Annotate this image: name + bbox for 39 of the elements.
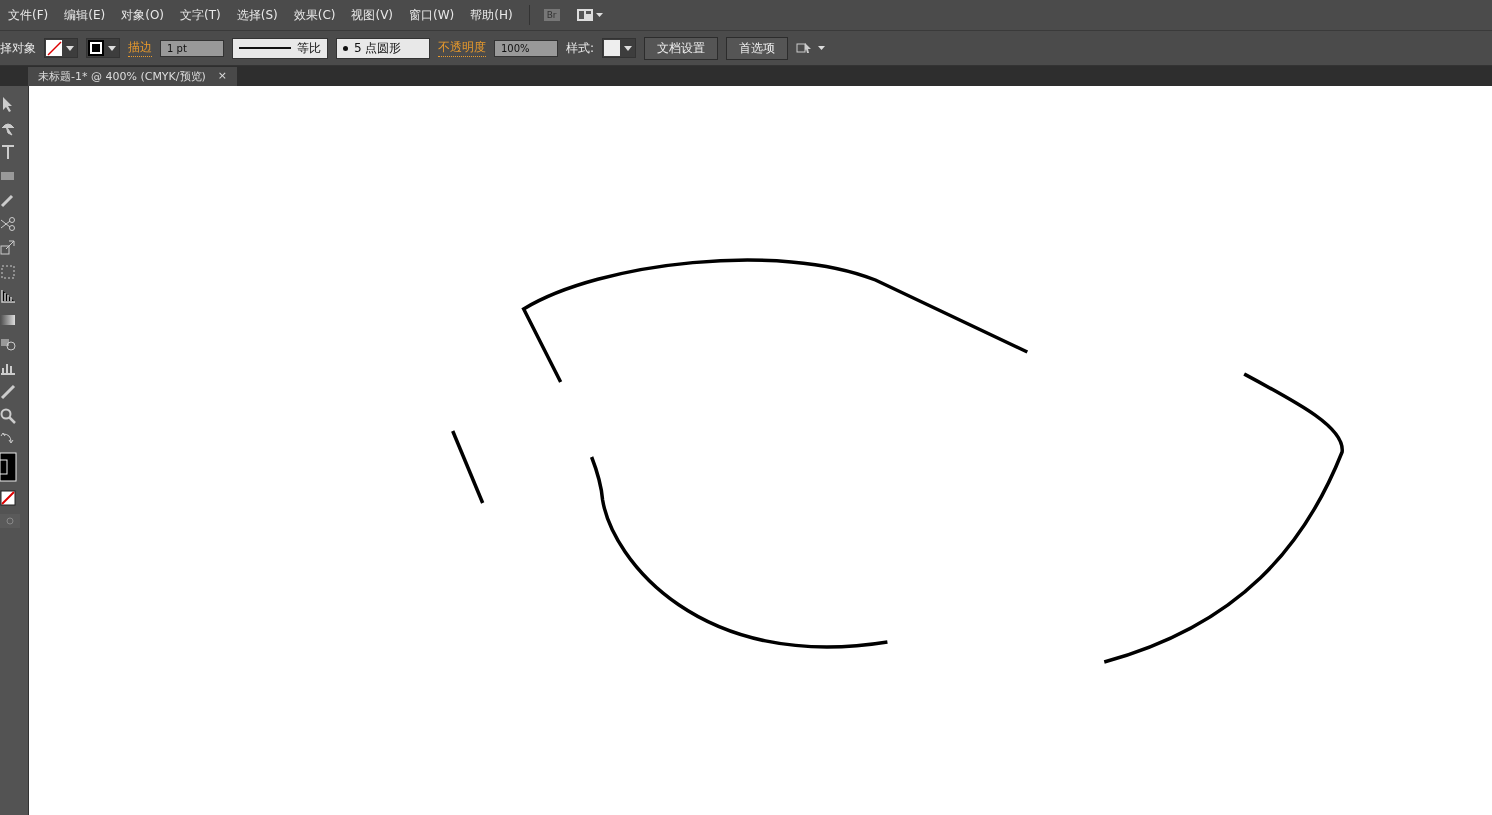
blend-tool-icon[interactable]: [0, 336, 16, 352]
style-label: 样式:: [566, 39, 595, 57]
stroke-profile-dropdown[interactable]: 等比: [232, 37, 328, 59]
selection-label: 择对象: [0, 39, 36, 57]
brush-label: 5 点圆形: [354, 39, 402, 57]
swap-arrow-icon[interactable]: [0, 432, 16, 444]
menu-item[interactable]: 效果(C): [285, 6, 344, 24]
scissors-icon[interactable]: [0, 216, 16, 232]
stroke-weight-field[interactable]: 1 pt: [160, 39, 224, 57]
fill-swatch[interactable]: [44, 38, 78, 58]
pencil-tool-icon[interactable]: [0, 192, 16, 208]
menu-item[interactable]: 编辑(E): [56, 6, 114, 24]
document-setup-button[interactable]: 文档设置: [644, 36, 719, 60]
menu-item[interactable]: 视图(V): [343, 6, 402, 24]
menu-item[interactable]: 帮助(H): [462, 6, 521, 24]
brush-dot-icon: [343, 45, 348, 51]
menu-item[interactable]: 文件(F): [0, 6, 57, 24]
menu-item[interactable]: 选择(S): [228, 6, 286, 24]
menu-item[interactable]: 窗口(W): [401, 6, 463, 24]
preferences-button[interactable]: 首选项: [726, 36, 789, 60]
scale-tool-icon[interactable]: [0, 240, 16, 256]
menu-item[interactable]: 对象(O): [113, 6, 173, 24]
close-button[interactable]: ×: [217, 69, 228, 84]
opacity-field[interactable]: 100%: [494, 39, 558, 57]
opacity-label[interactable]: 不透明度: [438, 39, 486, 57]
graph-tool-icon[interactable]: [0, 288, 16, 304]
menu-item[interactable]: 文字(T): [172, 6, 229, 24]
stroke-swatch[interactable]: [86, 38, 120, 58]
none-swatch-icon[interactable]: [0, 490, 16, 506]
stroke-label[interactable]: 描边: [128, 39, 152, 57]
style-swatch[interactable]: [602, 38, 637, 58]
brush-dropdown[interactable]: 5 点圆形: [336, 37, 430, 59]
zoom-icon[interactable]: [0, 408, 16, 424]
type-tool-icon[interactable]: [0, 144, 16, 160]
document-tab[interactable]: 未标题-1* @ 400% (CMYK/预览) ×: [28, 67, 238, 86]
arrange-icon[interactable]: [796, 41, 827, 55]
fill-stroke-icon[interactable]: [0, 452, 18, 482]
gradient-tool-icon[interactable]: [0, 312, 16, 328]
workspace-layout-icon[interactable]: [575, 8, 604, 22]
